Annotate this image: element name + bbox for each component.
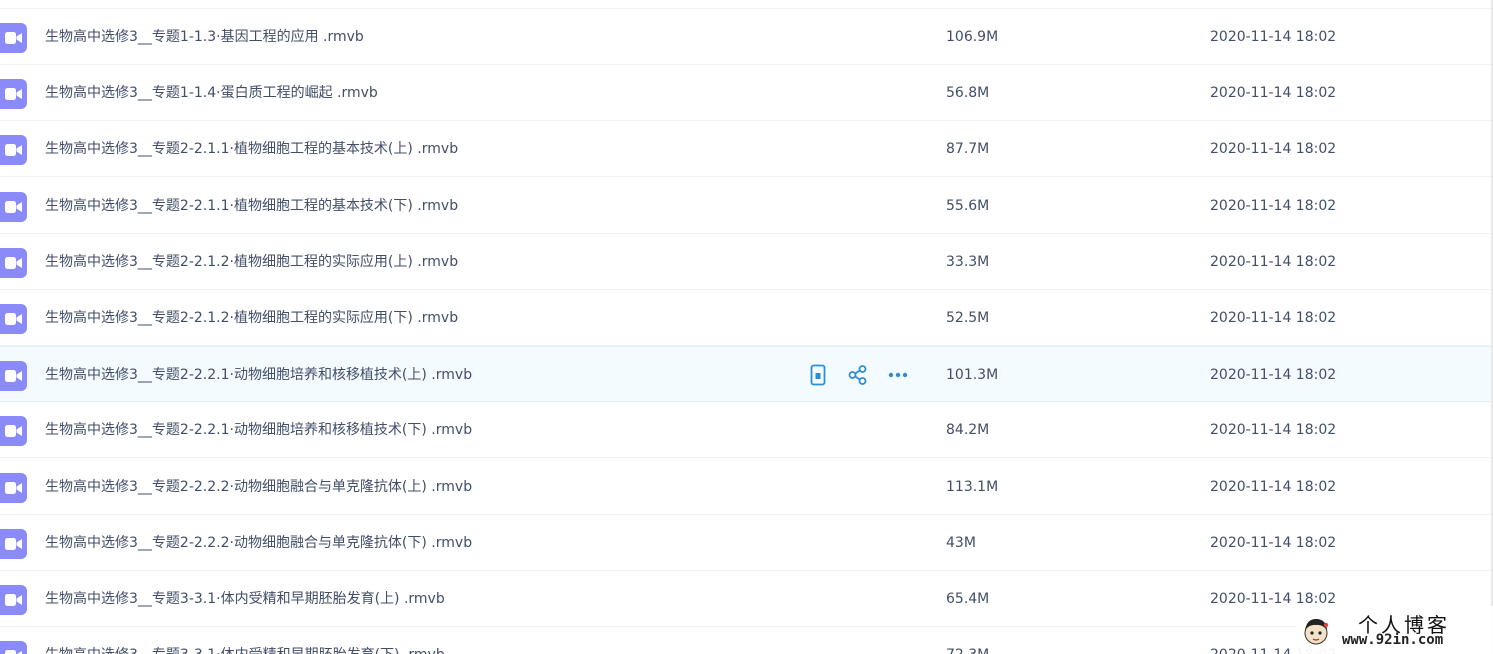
video-file-icon (0, 641, 27, 654)
file-size: 87.7M (946, 141, 990, 157)
video-file-icon (0, 248, 27, 278)
file-date: 2020-11-14 18:02 (1210, 198, 1337, 214)
file-name[interactable]: 生物高中选修3__专题2-2.1.1·植物细胞工程的基本技术(下) .rmvb (45, 196, 458, 216)
file-name[interactable]: 生物高中选修3__专题2-2.2.2·动物细胞融合与单克隆抗体(下) .rmvb (45, 533, 472, 553)
file-name[interactable]: 生物高中选修3__专题2-2.2.1·动物细胞培养和核移植技术(上) .rmvb (45, 365, 472, 385)
file-name[interactable]: 生物高中选修3__专题2-2.1.1·植物细胞工程的基本技术(上) .rmvb (45, 139, 458, 159)
file-row[interactable]: 生物高中选修3__专题1-1.4·蛋白质工程的崛起 .rmvb 56.8M 2020… (0, 65, 1493, 121)
watermark-avatar-icon (1304, 619, 1329, 645)
file-size: 65.4M (946, 591, 990, 607)
video-file-icon (0, 361, 27, 391)
file-name[interactable]: 生物高中选修3__专题3-3.1·体内受精和早期胚胎发育(上) .rmvb (45, 589, 445, 609)
watermark: 个人博客 www.92in.com (1296, 606, 1493, 654)
video-file-icon (0, 79, 27, 109)
file-row[interactable]: 生物高中选修3__专题2-2.1.2·植物细胞工程的实际应用(上) .rmvb 3… (0, 234, 1493, 290)
file-row[interactable]: 生物高中选修3__专题2-2.2.2·动物细胞融合与单克隆抗体(下) .rmvb… (0, 515, 1493, 571)
video-file-icon (0, 23, 27, 53)
file-name[interactable]: 生物高中选修3__专题1-1.4·蛋白质工程的崛起 .rmvb (45, 83, 378, 103)
file-size: 84.2M (946, 422, 990, 438)
file-name[interactable]: 生物高中选修3__专题3-3.1·体内受精和早期胚胎发育(下) .rmvb (45, 645, 445, 654)
file-name[interactable]: 生物高中选修3__专题2-2.2.2·动物细胞融合与单克隆抗体(上) .rmvb (45, 477, 472, 497)
file-size: 56.8M (946, 85, 990, 101)
more-icon[interactable] (887, 364, 909, 386)
file-date: 2020-11-14 18:02 (1210, 141, 1337, 157)
file-row[interactable]: 生物高中选修3__专题2-2.2.1·动物细胞培养和核移植技术(下) .rmvb… (0, 402, 1493, 458)
file-row[interactable]: 生物高中选修3__专题2-2.1.2·植物细胞工程的实际应用(下) .rmvb 5… (0, 290, 1493, 346)
file-list: 生物高中选修3__专题1-1.3·基因工程的应用 .rmvb 106.9M 2020… (0, 0, 1493, 654)
file-size: 33.3M (946, 254, 990, 270)
file-name[interactable]: 生物高中选修3__专题2-2.2.1·动物细胞培养和核移植技术(下) .rmvb (45, 420, 472, 440)
file-size: 113.1M (946, 479, 999, 495)
file-date: 2020-11-14 18:02 (1210, 535, 1337, 551)
watermark-url: www.92in.com (1342, 632, 1444, 648)
file-name[interactable]: 生物高中选修3__专题2-2.1.2·植物细胞工程的实际应用(上) .rmvb (45, 252, 458, 272)
file-row[interactable]: 生物高中选修3__专题2-2.2.2·动物细胞融合与单克隆抗体(上) .rmvb… (0, 459, 1493, 515)
video-file-icon (0, 304, 27, 334)
file-size: 101.3M (946, 367, 999, 383)
share-icon[interactable] (847, 364, 869, 386)
file-row[interactable]: 生物高中选修3__专题2-2.2.1·动物细胞培养和核移植技术(上) .rmvb… (0, 346, 1493, 402)
file-size: 52.5M (946, 310, 990, 326)
video-file-icon (0, 416, 27, 446)
file-date: 2020-11-14 18:02 (1210, 479, 1337, 495)
file-row[interactable]: 生物高中选修3__专题3-3.1·体内受精和早期胚胎发育(上) .rmvb 65.… (0, 571, 1493, 627)
file-row[interactable]: 生物高中选修3__专题2-2.1.1·植物细胞工程的基本技术(上) .rmvb 8… (0, 121, 1493, 177)
file-date: 2020-11-14 18:02 (1210, 85, 1337, 101)
file-size: 55.6M (946, 198, 990, 214)
file-row[interactable]: 生物高中选修3__专题3-3.1·体内受精和早期胚胎发育(下) .rmvb 72.… (0, 627, 1493, 654)
file-date: 2020-11-14 18:02 (1210, 254, 1337, 270)
video-file-icon (0, 585, 27, 615)
file-row[interactable]: 生物高中选修3__专题2-2.1.1·植物细胞工程的基本技术(下) .rmvb 5… (0, 178, 1493, 234)
phone-icon[interactable] (807, 364, 829, 386)
file-date: 2020-11-14 18:02 (1210, 310, 1337, 326)
file-name[interactable]: 生物高中选修3__专题1-1.3·基因工程的应用 .rmvb (45, 27, 364, 47)
video-file-icon (0, 192, 27, 222)
file-row[interactable]: 生物高中选修3__专题1-1.3·基因工程的应用 .rmvb 106.9M 2020… (0, 9, 1493, 65)
video-file-icon (0, 135, 27, 165)
file-size: 106.9M (946, 29, 999, 45)
video-file-icon (0, 473, 27, 503)
file-size: 43M (946, 535, 976, 551)
file-date: 2020-11-14 18:02 (1210, 367, 1337, 383)
file-size: 72.3M (946, 645, 989, 654)
video-file-icon (0, 529, 27, 559)
file-date: 2020-11-14 18:02 (1210, 422, 1337, 438)
file-name[interactable]: 生物高中选修3__专题2-2.1.2·植物细胞工程的实际应用(下) .rmvb (45, 308, 458, 328)
file-date: 2020-11-14 18:02 (1210, 29, 1337, 45)
